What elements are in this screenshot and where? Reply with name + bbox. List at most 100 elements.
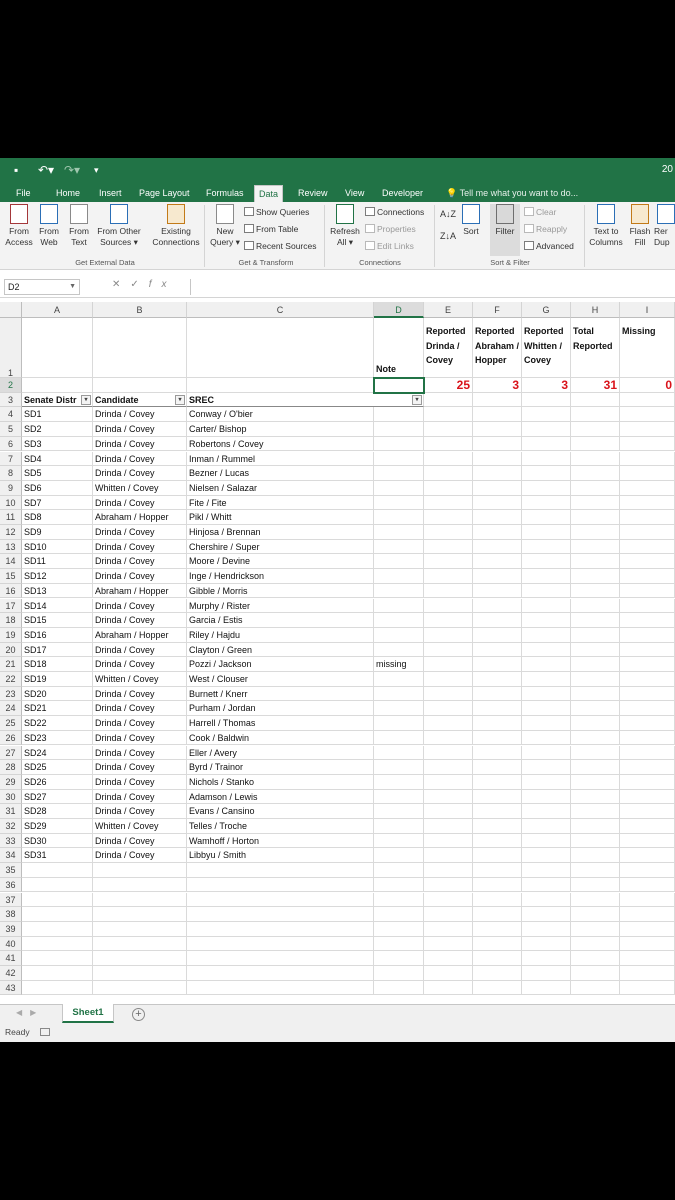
cell-e5[interactable] <box>424 422 473 437</box>
cell-d36[interactable] <box>374 877 424 893</box>
srec-cell[interactable]: Libbyu / Smith <box>187 848 374 863</box>
cell-h25[interactable] <box>571 716 620 731</box>
column-header-a[interactable]: A <box>22 302 93 318</box>
tab-review[interactable]: Review <box>294 185 332 202</box>
clear-button[interactable]: Clear <box>524 206 556 218</box>
cell-h22[interactable] <box>571 672 620 687</box>
remove-duplicates-button[interactable]: Rer Dup <box>654 204 675 248</box>
district-cell[interactable]: SD22 <box>22 716 93 731</box>
cell-e10[interactable] <box>424 495 473 511</box>
row-header[interactable]: 14 <box>0 554 22 570</box>
properties-button[interactable]: Properties <box>365 223 416 235</box>
cell-d28[interactable] <box>374 760 424 775</box>
srec-cell[interactable]: Pozzi / Jackson <box>187 657 374 672</box>
cell-d17[interactable] <box>374 598 424 614</box>
district-cell[interactable]: SD15 <box>22 613 93 628</box>
existing-connections-button[interactable]: Existing Connections <box>150 204 202 248</box>
select-all-corner[interactable] <box>0 302 22 318</box>
cell-a2[interactable] <box>22 378 93 393</box>
cell-a41[interactable] <box>22 951 93 966</box>
cell-c37[interactable] <box>187 892 374 908</box>
cell-d29[interactable] <box>374 774 424 790</box>
candidate-cell[interactable]: Drinda / Covey <box>93 790 187 805</box>
cell-h39[interactable] <box>571 921 620 937</box>
srec-cell[interactable]: Carter/ Bishop <box>187 422 374 437</box>
cell-a43[interactable] <box>22 980 93 996</box>
candidate-cell[interactable]: Drinda / Covey <box>93 775 187 790</box>
cell-i20[interactable] <box>620 642 675 658</box>
row-header[interactable]: 31 <box>0 804 22 819</box>
row-header[interactable]: 27 <box>0 745 22 761</box>
cell-i14[interactable] <box>620 554 675 570</box>
cell-h6[interactable] <box>571 436 620 452</box>
cell-f41[interactable] <box>473 951 522 966</box>
district-cell[interactable]: SD31 <box>22 848 93 863</box>
filter-dropdown-icon[interactable]: ▾ <box>81 394 91 405</box>
cell-d32[interactable] <box>374 819 424 834</box>
cell-d6[interactable] <box>374 436 424 452</box>
cell-b41[interactable] <box>93 951 187 966</box>
cell-i29[interactable] <box>620 774 675 790</box>
save-icon[interactable]: ▪ <box>14 163 18 177</box>
cell-e6[interactable] <box>424 436 473 452</box>
cell-h36[interactable] <box>571 877 620 893</box>
cell-c39[interactable] <box>187 921 374 937</box>
cell-e15[interactable] <box>424 569 473 584</box>
cell-h4[interactable] <box>571 407 620 423</box>
cell-g36[interactable] <box>522 877 571 893</box>
cell-i23[interactable] <box>620 686 675 702</box>
srec-cell[interactable]: Harrell / Thomas <box>187 716 374 731</box>
row-header[interactable]: 22 <box>0 672 22 687</box>
column-header-c[interactable]: C <box>187 302 374 318</box>
cell-e41[interactable] <box>424 951 473 966</box>
cell-c1[interactable] <box>187 318 374 378</box>
srec-cell[interactable]: Pikl / Whitt <box>187 510 374 525</box>
cell-d9[interactable] <box>374 480 424 496</box>
cell-h15[interactable] <box>571 569 620 584</box>
cell-f15[interactable] <box>473 569 522 584</box>
srec-cell[interactable]: Fite / Fite <box>187 496 374 511</box>
candidate-cell[interactable]: Drinda / Covey <box>93 804 187 819</box>
cell-f6[interactable] <box>473 436 522 452</box>
srec-cell[interactable]: Riley / Hajdu <box>187 628 374 643</box>
cell-h26[interactable] <box>571 730 620 746</box>
cell-f38[interactable] <box>473 907 522 922</box>
column-header-i[interactable]: I <box>620 302 675 318</box>
from-other-sources-button[interactable]: From Other Sources ▾ <box>94 204 144 248</box>
srec-cell[interactable]: Gibble / Morris <box>187 584 374 599</box>
cell-g15[interactable] <box>522 569 571 584</box>
candidate-cell[interactable]: Abraham / Hopper <box>93 510 187 525</box>
cell-f31[interactable] <box>473 804 522 819</box>
cell-e28[interactable] <box>424 760 473 775</box>
srec-cell[interactable]: Nielsen / Salazar <box>187 481 374 496</box>
cell-d18[interactable] <box>374 613 424 628</box>
cell-i26[interactable] <box>620 730 675 746</box>
cell-i16[interactable] <box>620 583 675 599</box>
cell-e39[interactable] <box>424 921 473 937</box>
cell-d15[interactable] <box>374 569 424 584</box>
srec-cell[interactable]: Chershire / Super <box>187 540 374 555</box>
district-cell[interactable]: SD23 <box>22 731 93 746</box>
cell-e29[interactable] <box>424 774 473 790</box>
cell-b43[interactable] <box>93 980 187 996</box>
advanced-button[interactable]: Advanced <box>524 240 574 252</box>
row-header[interactable]: 5 <box>0 422 22 437</box>
cell-f16[interactable] <box>473 583 522 599</box>
cell-f22[interactable] <box>473 672 522 687</box>
cell-g27[interactable] <box>522 745 571 761</box>
cell-f37[interactable] <box>473 892 522 908</box>
cell-i43[interactable] <box>620 980 675 996</box>
cell-b1[interactable] <box>93 318 187 378</box>
candidate-cell[interactable]: Drinda / Covey <box>93 437 187 452</box>
candidate-cell[interactable]: Drinda / Covey <box>93 643 187 658</box>
cell-f23[interactable] <box>473 686 522 702</box>
sort-descending-icon[interactable]: Z↓A <box>440 230 456 242</box>
show-queries-button[interactable]: Show Queries <box>244 206 309 218</box>
cell-g26[interactable] <box>522 730 571 746</box>
cell-e22[interactable] <box>424 672 473 687</box>
row-header[interactable]: 19 <box>0 627 22 643</box>
cell-f4[interactable] <box>473 407 522 423</box>
cell-d25[interactable] <box>374 716 424 731</box>
cell-h37[interactable] <box>571 892 620 908</box>
cell-e13[interactable] <box>424 539 473 555</box>
